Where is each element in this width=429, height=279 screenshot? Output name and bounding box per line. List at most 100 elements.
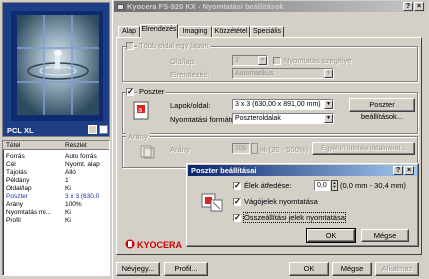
scale-range-label: % (20 - 500%) bbox=[260, 145, 308, 154]
row-value: 3 x 3 (630,0 bbox=[65, 193, 100, 200]
scale-label: Arány bbox=[170, 145, 190, 154]
poster-label: Poszter bbox=[137, 87, 167, 96]
table-row: Példány 1 bbox=[6, 177, 109, 185]
row-key: Példány bbox=[6, 177, 30, 184]
sheets-per-page-select[interactable]: 3 x 3 (630,00 x 891,00 mm) ▼ bbox=[232, 99, 334, 110]
row-key: Arány bbox=[6, 201, 23, 208]
chevron-down-icon: ▼ bbox=[324, 69, 333, 78]
dialog-cancel-button[interactable]: Mégse bbox=[361, 229, 409, 242]
ok-button[interactable]: OK bbox=[289, 262, 329, 276]
overlap-spinner[interactable]: ▲ ▼ bbox=[331, 180, 338, 191]
row-value: Ki bbox=[65, 209, 71, 216]
align-marks-label: Összeállítási jelek nyomtatása bbox=[243, 212, 346, 223]
sheets-per-page-label: Lapok/oldal: bbox=[170, 101, 211, 110]
table-row: Profil Ki bbox=[6, 217, 109, 225]
tab-imaging[interactable]: Imaging bbox=[178, 26, 212, 37]
row-key: Forrás bbox=[6, 153, 25, 160]
table-row: Cél Nyomt. alap bbox=[6, 161, 109, 169]
print-border-checkbox[interactable] bbox=[273, 57, 281, 65]
row-value: Ki bbox=[65, 185, 71, 192]
scale-icon bbox=[140, 145, 156, 159]
about-button[interactable]: Névjegy... bbox=[116, 262, 160, 276]
brand-text: KYOCERA bbox=[137, 240, 183, 250]
preview-grid-icon[interactable] bbox=[99, 125, 108, 134]
cut-marks-label: Vágójelek nyomtatása bbox=[244, 197, 318, 206]
page-order-label: Elrendezés: bbox=[170, 70, 210, 79]
preview-image bbox=[11, 11, 103, 121]
custom-size-button[interactable]: Egyéni/Többféle oldalméret... bbox=[312, 142, 415, 155]
header-detail[interactable]: Részlet bbox=[65, 141, 87, 150]
scale-value: 100 bbox=[235, 145, 247, 152]
table-row: Nyomtatás mi... Ki bbox=[6, 209, 109, 217]
pages-per-sheet-value: 2 bbox=[235, 57, 239, 64]
row-key: Poszter bbox=[6, 193, 29, 200]
overlap-range: (0,0 mm - 30,4 mm) bbox=[340, 181, 406, 190]
preview-toggle-icon[interactable] bbox=[88, 125, 97, 134]
row-value: Álló bbox=[65, 169, 76, 176]
scale-spinner[interactable] bbox=[251, 143, 258, 154]
tab-layout[interactable]: Elrendezés bbox=[140, 24, 178, 38]
overlap-label: Élek átfedése: bbox=[244, 181, 292, 190]
dialog-close-button[interactable]: × bbox=[404, 166, 414, 175]
properties-table: Tétel Részlet Forrás Auto forrás Cél Nyomt… bbox=[2, 140, 110, 276]
window-title: Kyocera FS-920 KX - Nyomtatási beállítás… bbox=[127, 2, 284, 11]
table-row: Oldal/lap Ki bbox=[6, 185, 109, 193]
preview-pane: PCL XL bbox=[2, 2, 110, 137]
dialog-ok-button[interactable]: OK bbox=[306, 228, 356, 243]
row-key: Oldal/lap bbox=[6, 185, 32, 192]
multi-page-label: Több oldal egy lapon bbox=[137, 41, 211, 50]
page-order-value: Automatikus bbox=[235, 70, 274, 77]
row-value: 1 bbox=[65, 177, 69, 184]
poster-checkbox[interactable]: ✓ bbox=[126, 88, 134, 96]
cut-marks-checkbox[interactable]: ✓ bbox=[233, 198, 241, 206]
chevron-down-icon: ▼ bbox=[324, 114, 333, 123]
pages-per-sheet-select[interactable]: 2 ▼ bbox=[232, 55, 268, 66]
row-value: Nyomt. alap bbox=[65, 161, 100, 168]
poster-settings-button[interactable]: Poszter beállítások... bbox=[349, 98, 415, 121]
table-header: Tétel Részlet bbox=[3, 141, 109, 150]
close-button[interactable]: × bbox=[414, 2, 424, 11]
scale-input[interactable]: 100 bbox=[232, 143, 250, 154]
row-key: Cél bbox=[6, 161, 16, 168]
chevron-down-icon: ▼ bbox=[258, 56, 267, 65]
overlap-checkbox[interactable]: ✓ bbox=[233, 182, 241, 190]
print-format-value: Poszteroldalak bbox=[235, 115, 281, 122]
table-row: Tájolás Álló bbox=[6, 169, 109, 177]
print-border-label: Nyomtatás szegélye bbox=[284, 56, 352, 65]
apply-button[interactable]: Alkalmaz bbox=[375, 262, 419, 276]
cancel-button[interactable]: Mégse bbox=[332, 262, 372, 276]
help-button[interactable]: ? bbox=[403, 2, 413, 11]
row-value: 100% bbox=[65, 201, 82, 208]
chevron-down-icon: ▼ bbox=[324, 100, 333, 109]
printer-icon bbox=[117, 4, 124, 11]
print-format-select[interactable]: Poszteroldalak ▼ bbox=[232, 113, 334, 124]
dialog-help-button[interactable]: ? bbox=[393, 166, 403, 175]
poster-settings-dialog: Poszter beállításai ? × ✓ Élek átfedése:… bbox=[186, 163, 419, 247]
tab-basic[interactable]: Alap bbox=[118, 26, 140, 37]
overlap-input[interactable]: 0,0 bbox=[314, 180, 330, 191]
table-row: Poszter 3 x 3 (630,0 bbox=[6, 193, 109, 201]
kyocera-logo: KYOCERA bbox=[125, 238, 185, 250]
page-order-select[interactable]: Automatikus ▼ bbox=[232, 68, 334, 79]
main-titlebar: Kyocera FS-920 KX - Nyomtatási beállítás… bbox=[114, 1, 427, 12]
row-key: Tájolás bbox=[6, 169, 27, 176]
row-value: Auto forrás bbox=[65, 153, 97, 160]
pages-per-sheet-label: Old/lap: bbox=[170, 57, 196, 66]
overlap-value: 0,0 bbox=[317, 182, 327, 189]
poster-tiles-icon bbox=[201, 191, 223, 213]
pdl-label: PCL XL bbox=[7, 126, 34, 135]
row-key: Profil bbox=[6, 217, 21, 224]
scale-group-label: Arány bbox=[126, 132, 150, 141]
svg-text:a: a bbox=[138, 106, 142, 114]
row-key: Nyomtatás mi... bbox=[6, 209, 52, 216]
profile-button[interactable]: Profil... bbox=[164, 262, 208, 276]
header-item[interactable]: Tétel bbox=[6, 141, 20, 150]
dialog-titlebar: Poszter beállításai ? × bbox=[188, 165, 417, 176]
dialog-title: Poszter beállításai bbox=[191, 166, 257, 175]
tab-publishing[interactable]: Közzététel bbox=[212, 26, 250, 37]
table-row: Arány 100% bbox=[6, 201, 109, 209]
multi-page-checkbox[interactable] bbox=[126, 42, 134, 50]
tab-advanced[interactable]: Speciális bbox=[250, 26, 284, 37]
align-marks-checkbox[interactable]: ✓ bbox=[233, 214, 241, 222]
poster-icon: a bbox=[132, 101, 152, 121]
